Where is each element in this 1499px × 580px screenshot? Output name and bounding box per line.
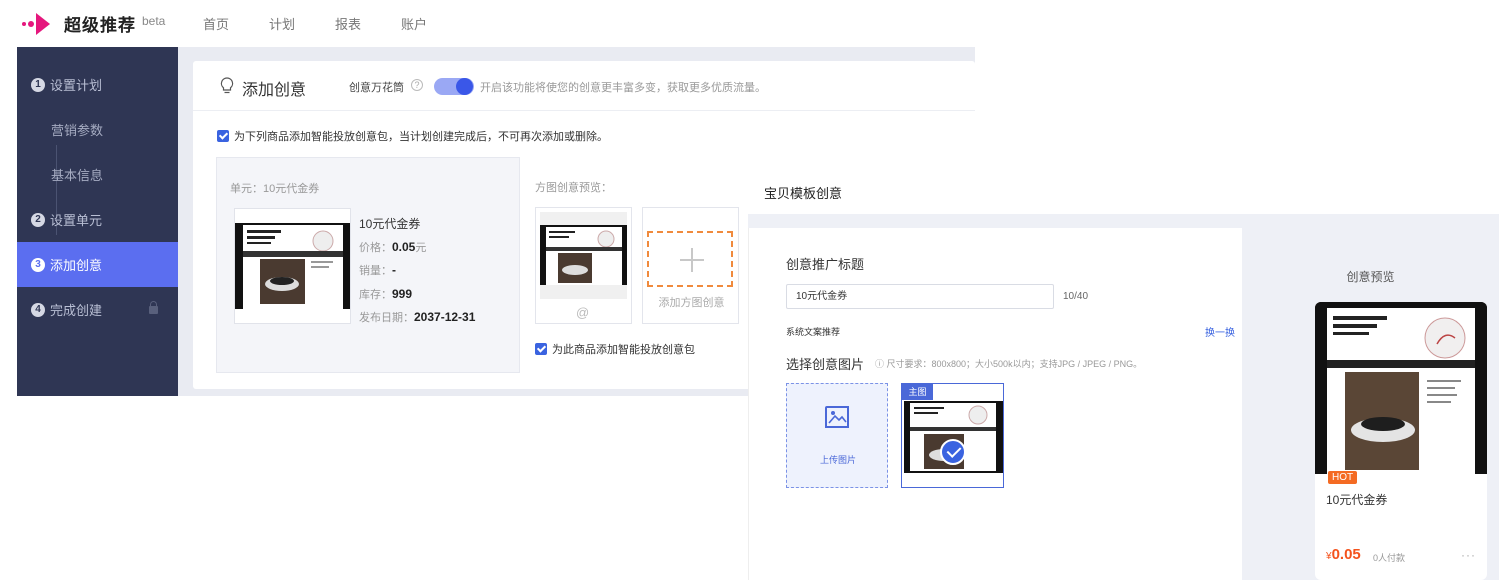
selected-check-icon xyxy=(940,439,966,465)
template-header: 宝贝模板创意 xyxy=(764,186,843,201)
char-count: 10/40 xyxy=(1063,291,1089,302)
image-requirement-hint: ⓘ 尺寸要求：800x800；大小500k以内；支持JPG / JPEG / P… xyxy=(875,359,1143,369)
choose-image-label: 选择创意图片 xyxy=(786,357,865,372)
step-number: 3 xyxy=(31,257,45,272)
selected-thumbnail xyxy=(904,401,1003,473)
add-dashed-box xyxy=(647,231,733,287)
sidebar-item-label: 设置单元 xyxy=(50,213,103,228)
nav-plans[interactable]: 计划 xyxy=(269,14,295,33)
nav-home[interactable]: 首页 xyxy=(203,14,229,33)
panel-header: 添加创意 创意万花筒 ? 开启该功能将使您的创意更丰富多变，获取更多优质流量。 xyxy=(193,61,975,111)
lightbulb-icon xyxy=(220,77,234,94)
sidebar-item-finish[interactable]: 4 完成创建 xyxy=(17,287,178,332)
square-thumbnail xyxy=(540,212,627,299)
help-icon[interactable]: ? xyxy=(411,79,423,91)
at-icon: @ xyxy=(576,305,590,320)
promo-title-input[interactable]: 10元代金券 xyxy=(786,284,1054,309)
product-date: 发布日期：2037-12-31 xyxy=(359,310,476,324)
nav-account[interactable]: 账户 xyxy=(401,14,427,33)
system-copy-recommend: 系统文案推荐 xyxy=(786,327,841,337)
kaleidoscope-toggle[interactable] xyxy=(434,78,474,95)
step-number: 2 xyxy=(31,212,45,227)
product-name: 10元代金券 xyxy=(359,217,421,231)
toggle-description: 开启该功能将使您的创意更丰富多变，获取更多优质流量。 xyxy=(480,82,766,94)
square-image xyxy=(540,225,627,285)
template-creative-window: 创意推广标题 10元代金券 10/40 系统文案推荐 换一换 选择创意图片 ⓘ … xyxy=(748,214,1499,580)
sidebar-item-label: 完成创建 xyxy=(50,303,103,318)
creative-preview-pane: 创意预览 HOT 10元代金券 ¥0.05 0人付款 ··· xyxy=(1242,228,1499,580)
product-sales: 销量：- xyxy=(359,263,396,277)
sidebar: 1 设置计划 营销参数 基本信息 2 设置单元 3 添加创意 4 完成创建 xyxy=(17,47,178,396)
preview-product-name: 10元代金券 xyxy=(1326,493,1388,507)
app-logo[interactable]: 超级推荐 beta xyxy=(22,11,165,36)
product-price: 价格：0.05元 xyxy=(359,239,427,254)
smart-package-checkbox[interactable]: 为此商品添加智能投放创意包 xyxy=(535,341,695,357)
lock-icon xyxy=(149,300,158,314)
hot-badge: HOT xyxy=(1328,471,1358,484)
product-image xyxy=(235,223,350,309)
product-info: 10元代金券 价格：0.05元 销量：- 库存：999 发布日期：2037-12… xyxy=(359,213,475,330)
preview-product-image xyxy=(1315,302,1487,474)
sidebar-item-label: 添加创意 xyxy=(50,258,103,273)
sidebar-item-setup-plan[interactable]: 1 设置计划 xyxy=(17,62,178,107)
preview-card: HOT 10元代金券 ¥0.05 0人付款 ··· xyxy=(1315,302,1487,580)
main-image-tag: 主图 xyxy=(902,384,933,400)
main-nav: 首页 计划 报表 账户 xyxy=(203,14,467,33)
info-icon: ⓘ xyxy=(875,359,887,369)
add-square-creative-button[interactable]: 添加方图创意 xyxy=(642,207,739,324)
beta-badge: beta xyxy=(142,13,166,28)
checkbox-checked-icon[interactable] xyxy=(535,343,547,355)
sidebar-item-label: 基本信息 xyxy=(51,168,104,183)
sidebar-item-add-creative[interactable]: 3 添加创意 xyxy=(17,242,178,287)
upload-label: 上传图片 xyxy=(819,455,856,465)
sidebar-item-setup-unit[interactable]: 2 设置单元 xyxy=(17,197,178,242)
sidebar-item-basic-info[interactable]: 基本信息 xyxy=(17,152,178,197)
product-thumbnail xyxy=(234,208,351,324)
smart-package-notice[interactable]: 为下列商品添加智能投放创意包，当计划创建完成后，不可再次添加或删除。 xyxy=(217,128,608,144)
panel-title: 添加创意 xyxy=(242,82,307,99)
notice-text: 为下列商品添加智能投放创意包，当计划创建完成后，不可再次添加或删除。 xyxy=(234,131,608,143)
toggle-knob xyxy=(456,78,473,95)
checkbox-checked-icon[interactable] xyxy=(217,130,229,142)
selected-main-image[interactable]: 主图 xyxy=(901,383,1004,488)
square-preview-label: 方图创意预览： xyxy=(535,182,612,194)
preview-price: ¥0.05 xyxy=(1326,546,1361,563)
step-number: 1 xyxy=(31,77,45,92)
sidebar-item-marketing-params[interactable]: 营销参数 xyxy=(17,107,178,152)
image-upload-icon xyxy=(825,406,849,428)
sidebar-item-label: 营销参数 xyxy=(51,123,104,138)
upload-image-button[interactable]: 上传图片 xyxy=(786,383,888,488)
preview-title: 创意预览 xyxy=(1346,270,1395,284)
swap-link[interactable]: 换一换 xyxy=(1205,324,1235,339)
top-bar: 超级推荐 beta 首页 计划 报表 账户 xyxy=(0,0,975,46)
app-name: 超级推荐 xyxy=(64,16,136,35)
square-creative-card[interactable]: @ xyxy=(535,207,632,324)
logo-icon xyxy=(22,12,56,36)
sidebar-item-label: 设置计划 xyxy=(50,78,103,93)
unit-label: 单元：10元代金券 xyxy=(230,183,320,195)
preview-paid-count: 0人付款 xyxy=(1373,553,1406,563)
add-square-label: 添加方图创意 xyxy=(658,297,725,309)
more-icon[interactable]: ··· xyxy=(1461,548,1476,562)
promo-title-label: 创意推广标题 xyxy=(786,257,865,272)
window-strip xyxy=(748,214,1499,228)
preview-image xyxy=(1315,302,1487,474)
creative-editor: 创意推广标题 10元代金券 10/40 系统文案推荐 换一换 选择创意图片 ⓘ … xyxy=(748,228,1242,580)
step-number: 4 xyxy=(31,302,45,317)
unit-card: 单元：10元代金券 10元代金券 价格：0.05元 销量：- 库存：999 发布… xyxy=(216,157,520,373)
nav-reports[interactable]: 报表 xyxy=(335,14,361,33)
product-stock: 库存：999 xyxy=(359,286,413,301)
smart-package-label: 为此商品添加智能投放创意包 xyxy=(552,344,695,356)
creative-kaleidoscope-label: 创意万花筒 xyxy=(349,82,404,94)
